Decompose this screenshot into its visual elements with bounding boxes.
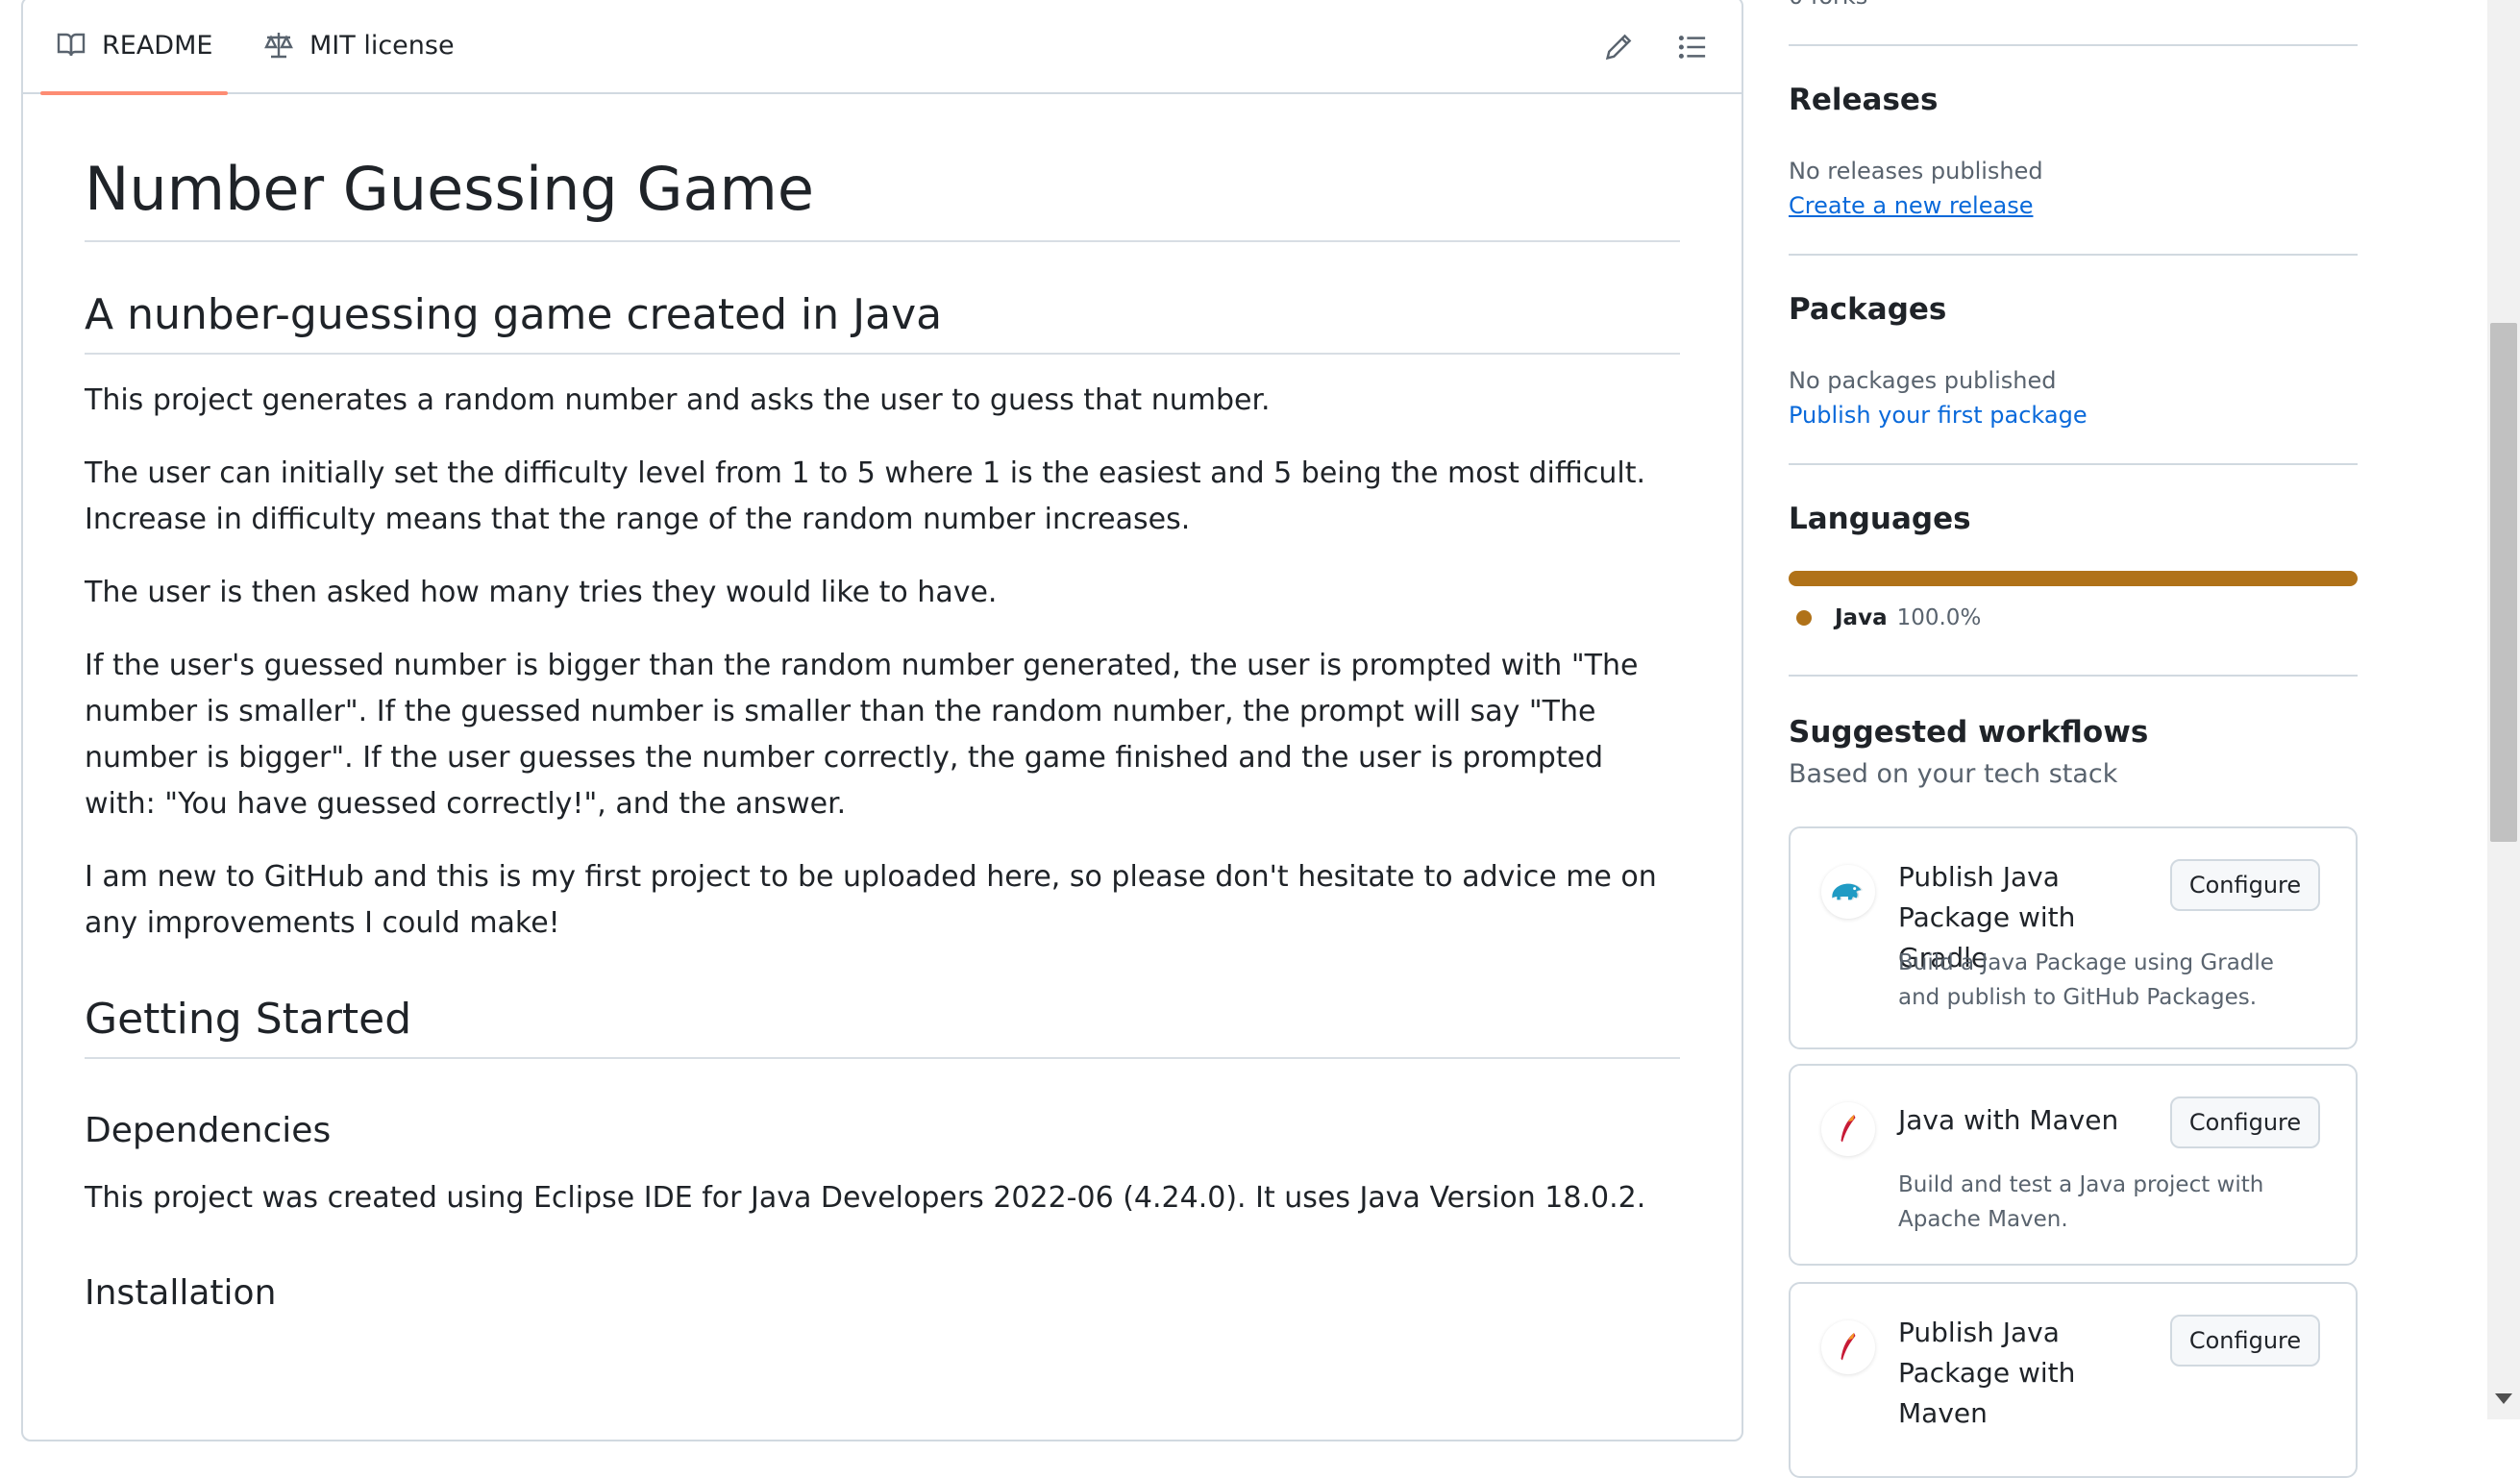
sidebar-divider bbox=[1789, 44, 2358, 46]
tab-license-label: MIT license bbox=[309, 30, 455, 61]
maven-feather-icon bbox=[1821, 1320, 1875, 1374]
packages-heading[interactable]: Packages bbox=[1789, 292, 1946, 327]
dependencies-heading: Dependencies bbox=[85, 1111, 332, 1151]
readme-tabs: README MIT license bbox=[23, 0, 1742, 95]
tab-license[interactable]: MIT license bbox=[254, 0, 464, 92]
workflows-subheading: Based on your tech stack bbox=[1789, 759, 2118, 789]
workflow-card: Java with Maven Configure Build and test… bbox=[1789, 1064, 2358, 1266]
list-icon bbox=[1678, 36, 1706, 59]
language-bar bbox=[1789, 571, 2358, 586]
readme-paragraph: I am new to GitHub and this is my first … bbox=[85, 860, 1657, 941]
publish-package-link[interactable]: Publish your first package bbox=[1789, 402, 2088, 429]
packages-empty-text: No packages published bbox=[1789, 367, 2057, 394]
sidebar-divider bbox=[1789, 463, 2358, 465]
workflow-description: Build and test a Java project with Apach… bbox=[1898, 1172, 2264, 1232]
readme-content: Number Guessing Game A nunber-guessing g… bbox=[85, 92, 1680, 1315]
readme-panel: README MIT license Number Guessing Game … bbox=[21, 0, 1743, 1441]
workflow-title[interactable]: Java with Maven bbox=[1898, 1100, 2167, 1141]
configure-button[interactable]: Configure bbox=[2170, 1315, 2320, 1367]
tab-readme[interactable]: README bbox=[40, 0, 229, 95]
readme-paragraph: This project generates a random number a… bbox=[85, 383, 1271, 418]
edit-readme-button[interactable] bbox=[1596, 25, 1641, 69]
workflow-description: Build a Java Package using Gradle and pu… bbox=[1898, 950, 2274, 1010]
dependencies-text: This project was created using Eclipse I… bbox=[85, 1181, 1646, 1216]
readme-subtitle: A nunber-guessing game created in Java bbox=[85, 288, 1680, 356]
workflow-title[interactable]: Publish Java Package with Maven bbox=[1898, 1313, 2167, 1434]
gradle-elephant-icon bbox=[1821, 865, 1875, 919]
scrollbar-thumb[interactable] bbox=[2490, 323, 2517, 842]
getting-started-heading: Getting Started bbox=[85, 993, 1680, 1060]
sidebar-divider bbox=[1789, 254, 2358, 256]
scroll-down-arrow-icon[interactable] bbox=[2495, 1393, 2512, 1404]
workflows-heading: Suggested workflows bbox=[1789, 715, 2149, 750]
tab-readme-label: README bbox=[102, 30, 213, 61]
sidebar-divider bbox=[1789, 675, 2358, 677]
workflow-card: Publish Java Package with Gradle Configu… bbox=[1789, 826, 2358, 1049]
scale-icon bbox=[264, 33, 293, 59]
workflow-card: Publish Java Package with Maven Configur… bbox=[1789, 1282, 2358, 1478]
readme-title: Number Guessing Game bbox=[85, 154, 1680, 243]
forks-count[interactable]: 0 forks bbox=[1789, 0, 1867, 10]
configure-button[interactable]: Configure bbox=[2170, 859, 2320, 911]
languages-heading: Languages bbox=[1789, 502, 1971, 536]
releases-empty-text: No releases published bbox=[1789, 158, 2043, 185]
table-of-contents-button[interactable] bbox=[1670, 25, 1715, 69]
book-icon bbox=[57, 33, 86, 57]
language-percent: 100.0% bbox=[1896, 605, 1982, 630]
create-release-link[interactable]: Create a new release bbox=[1789, 192, 2033, 219]
maven-feather-icon bbox=[1821, 1102, 1875, 1156]
language-color-dot bbox=[1796, 610, 1812, 626]
language-item-java[interactable]: Java 100.0% bbox=[1796, 605, 1981, 630]
configure-button[interactable]: Configure bbox=[2170, 1096, 2320, 1148]
language-name: Java bbox=[1835, 605, 1888, 630]
readme-paragraph: If the user's guessed number is bigger t… bbox=[85, 649, 1639, 822]
readme-paragraph: The user is then asked how many tries th… bbox=[85, 576, 998, 610]
readme-paragraph: The user can initially set the difficult… bbox=[85, 456, 1645, 537]
pencil-icon bbox=[1605, 34, 1632, 61]
installation-heading: Installation bbox=[85, 1273, 277, 1314]
releases-heading[interactable]: Releases bbox=[1789, 83, 1938, 117]
